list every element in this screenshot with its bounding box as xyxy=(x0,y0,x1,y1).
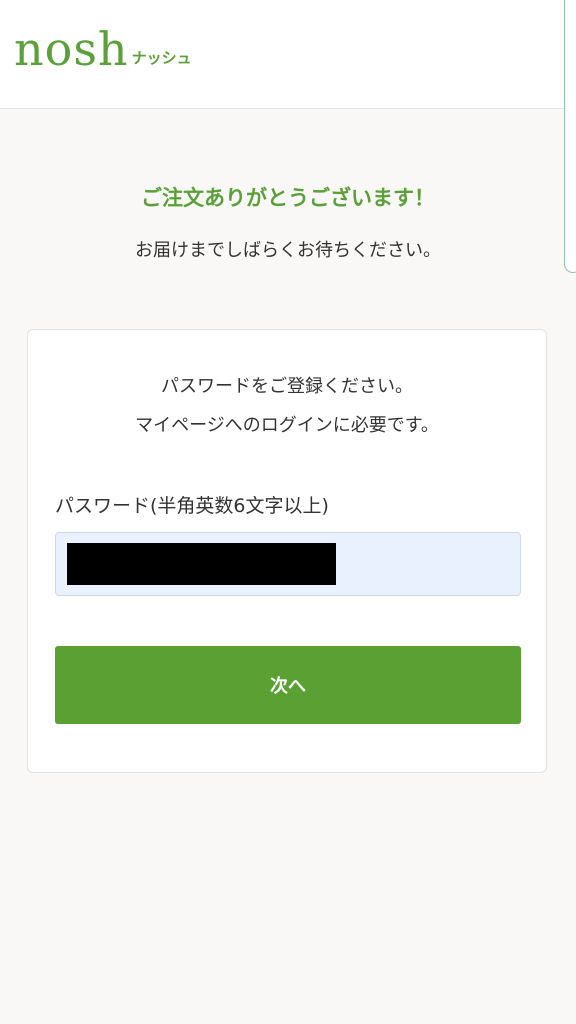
thanks-title: ご注文ありがとうございます！ xyxy=(141,186,435,210)
nosh-logo[interactable]: nosh ナッシュ xyxy=(14,26,192,72)
register-password-text: パスワードをご登録ください。 xyxy=(161,376,413,397)
redacted-password-value xyxy=(67,543,336,585)
password-field-label: パスワード(半角英数6文字以上) xyxy=(55,495,329,517)
header: nosh ナッシュ xyxy=(0,0,576,109)
login-required-text: マイページへのログインに必要です。 xyxy=(135,415,439,436)
side-drawer-tab[interactable] xyxy=(564,0,576,273)
logo-katakana: ナッシュ xyxy=(131,49,192,67)
password-card: パスワードをご登録ください。 マイページへのログインに必要です。 パスワード(半… xyxy=(27,329,547,773)
thanks-subtitle: お届けまでしばらくお待ちください。 xyxy=(135,240,441,261)
next-button[interactable]: 次へ xyxy=(55,646,521,724)
password-input[interactable] xyxy=(55,532,521,596)
logo-text: nosh xyxy=(14,22,129,76)
page: nosh ナッシュ ご注文ありがとうございます！ お届けまでしばらくお待ちくださ… xyxy=(0,0,576,1024)
